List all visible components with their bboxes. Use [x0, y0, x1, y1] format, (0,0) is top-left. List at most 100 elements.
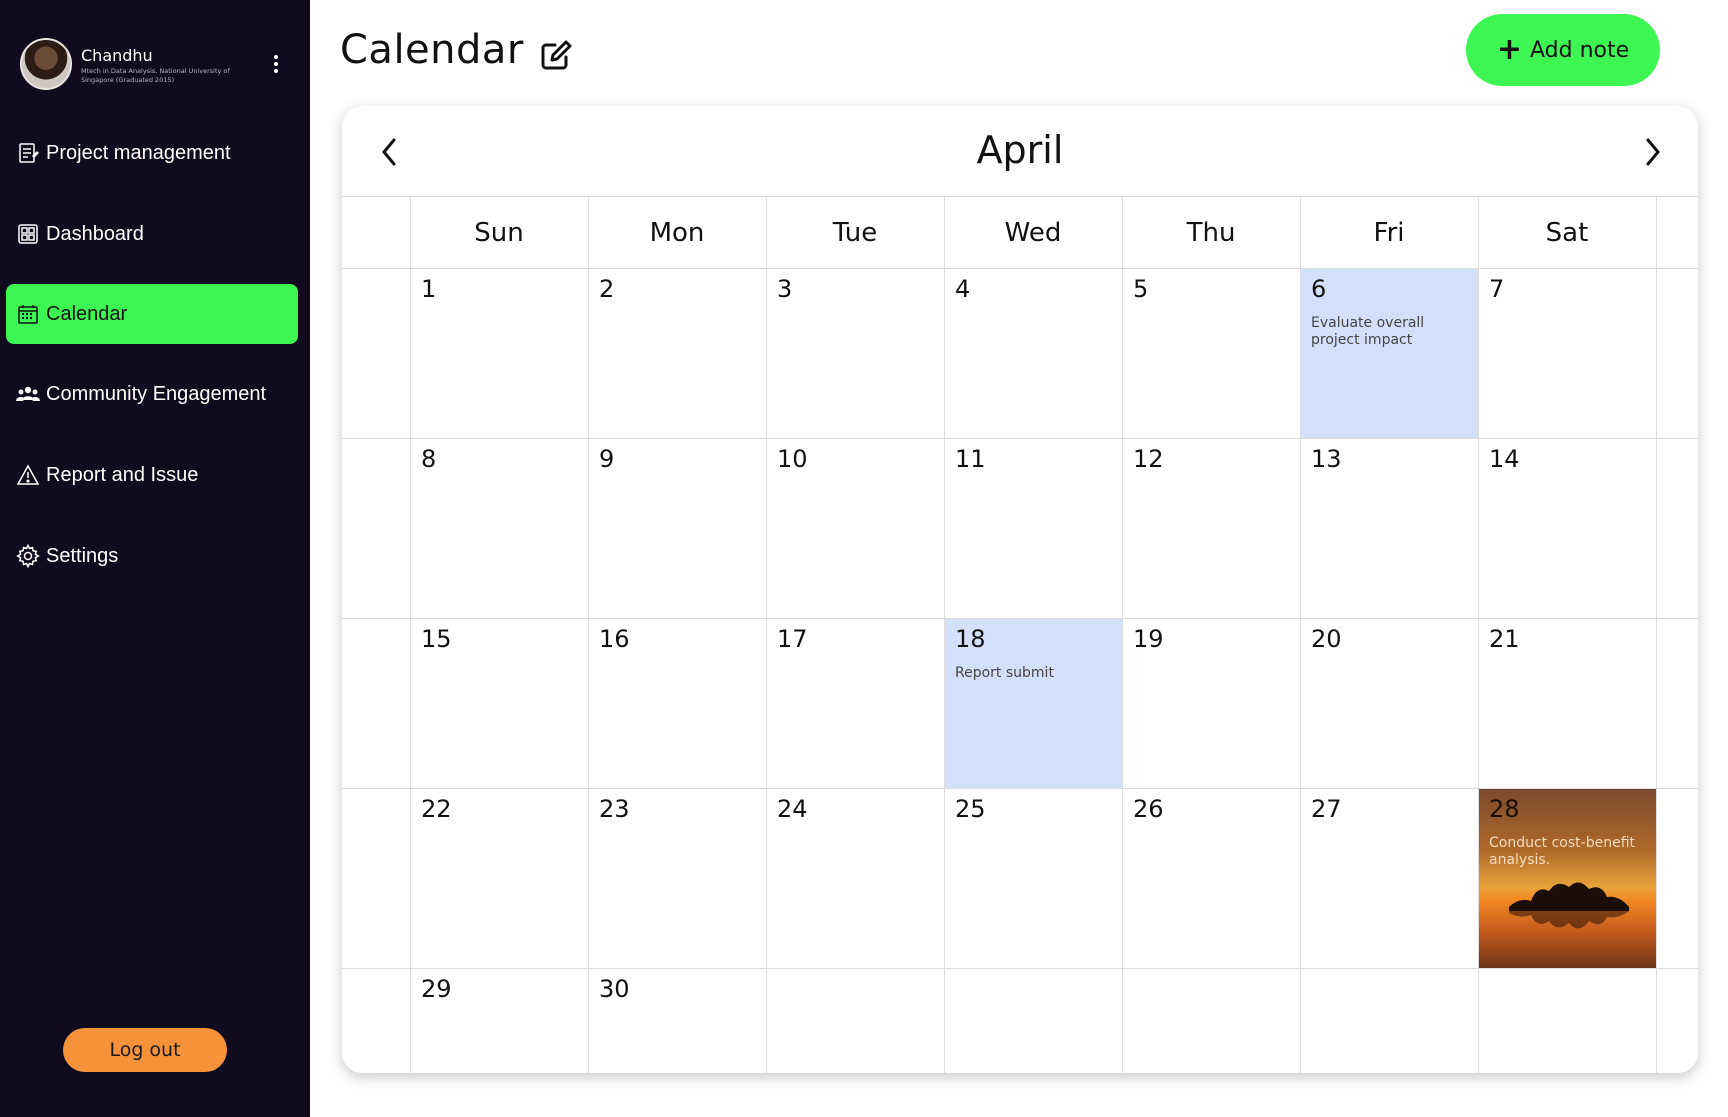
- calendar-day-cell[interactable]: 19: [1123, 619, 1300, 788]
- calendar-day-cell[interactable]: 28 Conduct cost-benefit analysis.: [1479, 789, 1656, 968]
- weekday-header: Wed: [1004, 218, 1062, 248]
- dashboard-icon: [16, 222, 40, 246]
- sunset-reflection-image: [1509, 911, 1629, 929]
- weekday-header: Tue: [832, 218, 878, 248]
- day-number: 3: [777, 275, 793, 303]
- day-number: 11: [955, 445, 986, 473]
- calendar-day-cell[interactable]: 23: [589, 789, 766, 968]
- sidebar-item-label: Community Engagement: [46, 382, 267, 405]
- day-number: 25: [955, 795, 986, 823]
- calendar-day-cell[interactable]: 17: [767, 619, 944, 788]
- previous-month-button[interactable]: [374, 134, 404, 170]
- calendar-event[interactable]: Report submit: [955, 665, 1120, 682]
- calendar-card: April Sun Mon Tue Wed Thu Fri Sat 1 2 3 4 5 6 Evaluat…: [342, 106, 1698, 1073]
- calendar-day-cell[interactable]: 8: [411, 439, 588, 618]
- calendar-event[interactable]: Conduct cost-benefit analysis.: [1489, 835, 1654, 869]
- day-number: 22: [421, 795, 452, 823]
- logout-button[interactable]: Log out: [63, 1028, 227, 1072]
- calendar-day-cell[interactable]: 15: [411, 619, 588, 788]
- day-number: 6: [1311, 275, 1327, 303]
- calendar-day-cell[interactable]: 5: [1123, 269, 1300, 438]
- month-title: April: [976, 128, 1064, 172]
- day-number: 14: [1489, 445, 1520, 473]
- weekday-header: Sun: [474, 218, 524, 248]
- calendar-icon: [16, 302, 40, 326]
- sidebar-item-community-engagement[interactable]: Community Engagement: [6, 364, 298, 424]
- calendar-day-cell[interactable]: 22: [411, 789, 588, 968]
- day-number: 24: [777, 795, 808, 823]
- user-profile: Chandhu Mtech in Data Analysis, National…: [20, 38, 295, 92]
- sidebar-item-label: Dashboard: [46, 222, 144, 245]
- day-number: 28: [1489, 795, 1520, 823]
- document-icon: [16, 141, 40, 165]
- sidebar-item-label: Settings: [46, 544, 119, 567]
- calendar-day-cell[interactable]: 18 Report submit: [945, 619, 1122, 788]
- people-icon: [16, 382, 40, 406]
- profile-subtitle: Mtech in Data Analysis, National Univers…: [81, 67, 230, 84]
- weekday-header: Sat: [1545, 218, 1589, 248]
- edit-icon[interactable]: [538, 37, 574, 73]
- calendar-day-cell[interactable]: 27: [1301, 789, 1478, 968]
- day-number: 15: [421, 625, 452, 653]
- day-number: 16: [599, 625, 630, 653]
- next-month-button[interactable]: [1638, 134, 1668, 170]
- day-number: 19: [1133, 625, 1164, 653]
- calendar-day-cell[interactable]: 16: [589, 619, 766, 788]
- weekday-header: Mon: [649, 218, 705, 248]
- sidebar-item-settings[interactable]: Settings: [6, 526, 298, 586]
- app-root: Chandhu Mtech in Data Analysis, National…: [0, 0, 1728, 1117]
- chevron-left-icon: [382, 138, 396, 166]
- day-number: 30: [599, 975, 630, 1003]
- gear-icon: [16, 544, 40, 568]
- day-number: 29: [421, 975, 452, 1003]
- calendar-day-cell[interactable]: 7: [1479, 269, 1656, 438]
- day-number: 20: [1311, 625, 1342, 653]
- day-number: 1: [421, 275, 437, 303]
- sidebar-item-project-management[interactable]: Project management: [6, 123, 298, 183]
- calendar-day-cell[interactable]: 25: [945, 789, 1122, 968]
- day-number: 8: [421, 445, 437, 473]
- calendar-day-cell[interactable]: 29: [411, 969, 588, 1073]
- calendar-day-cell[interactable]: 12: [1123, 439, 1300, 618]
- day-number: 4: [955, 275, 971, 303]
- day-number: 27: [1311, 795, 1342, 823]
- calendar-day-cell[interactable]: 3: [767, 269, 944, 438]
- calendar-day-cell[interactable]: 24: [767, 789, 944, 968]
- sidebar-item-label: Report and Issue: [46, 463, 199, 486]
- grid-divider: [342, 196, 1698, 197]
- profile-name: Chandhu: [81, 46, 153, 65]
- calendar-day-cell[interactable]: 1: [411, 269, 588, 438]
- more-options-icon[interactable]: [270, 53, 282, 77]
- calendar-day-cell[interactable]: 30: [589, 969, 766, 1073]
- page-title: Calendar: [340, 27, 524, 73]
- calendar-day-cell[interactable]: 10: [767, 439, 944, 618]
- calendar-day-cell[interactable]: 14: [1479, 439, 1656, 618]
- avatar[interactable]: [20, 38, 72, 90]
- day-number: 5: [1133, 275, 1149, 303]
- calendar-event[interactable]: Evaluate overall project impact: [1311, 315, 1476, 349]
- day-number: 12: [1133, 445, 1164, 473]
- calendar-day-cell[interactable]: 21: [1479, 619, 1656, 788]
- day-number: 23: [599, 795, 630, 823]
- add-note-button[interactable]: + Add note: [1466, 14, 1660, 86]
- calendar-day-cell[interactable]: 4: [945, 269, 1122, 438]
- sunset-trees-image: [1509, 882, 1629, 911]
- sidebar-item-calendar[interactable]: Calendar: [6, 284, 298, 344]
- sidebar-item-report-and-issue[interactable]: Report and Issue: [6, 445, 298, 505]
- calendar-day-cell[interactable]: 9: [589, 439, 766, 618]
- calendar-day-cell[interactable]: 11: [945, 439, 1122, 618]
- calendar-day-cell[interactable]: 6 Evaluate overall project impact: [1301, 269, 1478, 438]
- weekday-header: Thu: [1186, 218, 1236, 248]
- sidebar-item-dashboard[interactable]: Dashboard: [6, 204, 298, 264]
- calendar-day-cell[interactable]: 13: [1301, 439, 1478, 618]
- day-number: 2: [599, 275, 615, 303]
- day-number: 13: [1311, 445, 1342, 473]
- day-number: 18: [955, 625, 986, 653]
- sidebar: Chandhu Mtech in Data Analysis, National…: [0, 0, 310, 1117]
- calendar-day-cell[interactable]: 20: [1301, 619, 1478, 788]
- sidebar-item-label: Project management: [46, 141, 231, 164]
- sidebar-item-label: Calendar: [46, 302, 128, 325]
- calendar-day-cell[interactable]: 26: [1123, 789, 1300, 968]
- chevron-right-icon: [1646, 138, 1660, 166]
- calendar-day-cell[interactable]: 2: [589, 269, 766, 438]
